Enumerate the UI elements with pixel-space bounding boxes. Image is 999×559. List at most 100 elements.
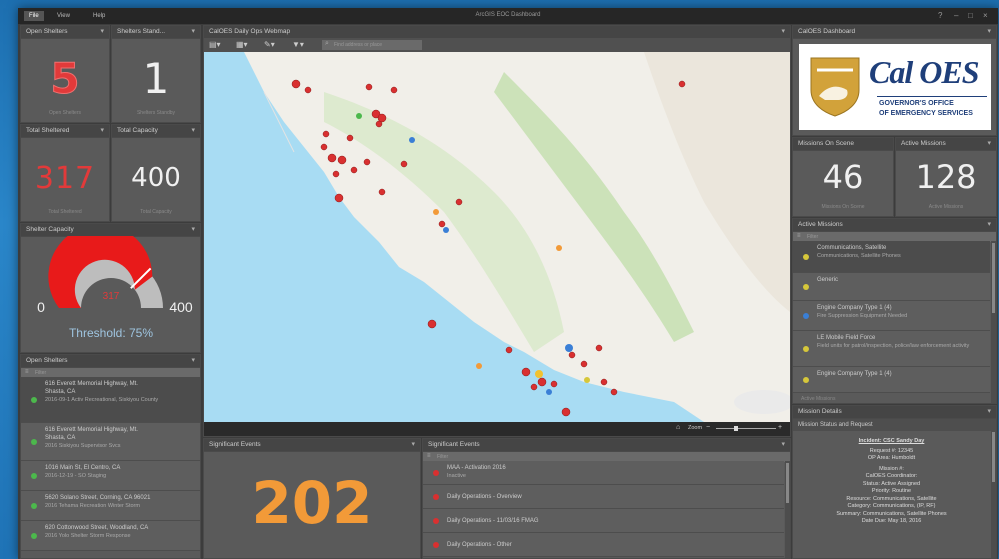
map-marker[interactable]: [356, 113, 362, 119]
map-marker[interactable]: [400, 160, 408, 168]
chevron-down-icon[interactable]: ▾: [987, 138, 991, 150]
map-marker[interactable]: [327, 153, 337, 163]
scrollbar[interactable]: [785, 461, 790, 558]
chevron-down-icon[interactable]: ▾: [191, 125, 195, 137]
map-marker[interactable]: [346, 134, 354, 142]
measure-icon[interactable]: ✎▾: [264, 40, 275, 49]
scrollbar[interactable]: [991, 241, 996, 403]
map-marker[interactable]: [378, 188, 386, 196]
list-item[interactable]: Engine Company Type 1 (4): [793, 367, 990, 393]
chevron-down-icon[interactable]: ▾: [781, 26, 785, 38]
scrollbar-thumb[interactable]: [992, 243, 995, 313]
map-marker[interactable]: [535, 370, 543, 378]
map-marker[interactable]: [337, 155, 347, 165]
panel-title: Mission Details: [798, 408, 842, 415]
close-icon[interactable]: ×: [983, 11, 988, 20]
list-item[interactable]: 616 Everett Memorial Highway, Mt. Shasta…: [21, 423, 200, 461]
list-item[interactable]: Generic: [793, 273, 990, 301]
chevron-down-icon[interactable]: ▾: [987, 26, 991, 38]
scrollbar[interactable]: [991, 430, 996, 558]
minimize-icon[interactable]: –: [954, 11, 958, 20]
map-marker[interactable]: [322, 130, 330, 138]
chevron-down-icon[interactable]: ▾: [100, 26, 104, 38]
chevron-down-icon[interactable]: ▾: [100, 125, 104, 137]
map-marker[interactable]: [350, 166, 358, 174]
filter-label: Filter: [807, 234, 819, 240]
map-marker[interactable]: [505, 346, 513, 354]
map-marker[interactable]: [565, 344, 573, 352]
list-item[interactable]: LE Mobile Field Force Field units for pa…: [793, 331, 990, 367]
list-item[interactable]: Daily Operations - Overview: [423, 485, 784, 509]
map-marker[interactable]: [530, 383, 538, 391]
list-item[interactable]: 5620 Solano Street, Corning, CA 96021 20…: [21, 491, 200, 521]
list-item[interactable]: MAA - Activation 2016 Inactive: [423, 461, 784, 485]
map-marker[interactable]: [375, 120, 383, 128]
map-marker[interactable]: [546, 389, 552, 395]
chevron-down-icon[interactable]: ▾: [191, 224, 195, 236]
map-marker[interactable]: [595, 344, 603, 352]
chevron-down-icon[interactable]: ▾: [987, 219, 991, 231]
map-marker[interactable]: [584, 377, 590, 383]
map-marker[interactable]: [561, 407, 571, 417]
map-canvas[interactable]: [204, 52, 790, 422]
map-marker[interactable]: [390, 86, 398, 94]
list-item[interactable]: Engine Company Type 1 (4) Fire Suppressi…: [793, 301, 990, 331]
map-marker[interactable]: [320, 143, 328, 151]
map-marker[interactable]: [556, 245, 562, 251]
gauge-current-value: 317: [103, 291, 120, 302]
list-item[interactable]: Daily Operations - 11/03/16 FMAG: [423, 509, 784, 533]
filter-icon[interactable]: ≡: [25, 369, 29, 375]
map-marker[interactable]: [363, 158, 371, 166]
list-item[interactable]: Communications, Satellite Communications…: [793, 241, 990, 273]
filter-icon[interactable]: ≡: [797, 233, 801, 239]
scrollbar-thumb[interactable]: [786, 463, 789, 503]
basemap-icon[interactable]: ▦▾: [236, 40, 248, 49]
map-marker[interactable]: [568, 351, 576, 359]
map-marker[interactable]: [433, 209, 439, 215]
chevron-down-icon[interactable]: ▾: [781, 439, 785, 451]
help-icon[interactable]: ?: [938, 11, 942, 20]
map-marker[interactable]: [332, 170, 340, 178]
map-marker[interactable]: [550, 380, 558, 388]
map-marker[interactable]: [304, 86, 312, 94]
total-capacity-value: 400: [131, 163, 181, 193]
map-marker[interactable]: [600, 378, 608, 386]
mission-details-panel: Mission Details ▾ Mission Status and Requ…: [792, 405, 997, 559]
status-dot-icon: [31, 438, 37, 445]
list-item[interactable]: 620 Cottonwood Street, Woodland, CA 2016…: [21, 521, 200, 551]
chevron-down-icon[interactable]: ▾: [191, 26, 195, 38]
logo-sub2: OF EMERGENCY SERVICES: [879, 110, 973, 117]
map-search-input[interactable]: ⌕ Find address or place: [322, 40, 422, 50]
map-marker[interactable]: [438, 220, 446, 228]
chevron-down-icon[interactable]: ▾: [191, 355, 195, 367]
zoom-slider-handle[interactable]: [734, 426, 738, 431]
chevron-down-icon[interactable]: ▾: [411, 439, 415, 451]
map-marker[interactable]: [678, 80, 686, 88]
layers-icon[interactable]: ▤▾: [209, 40, 221, 49]
filter-icon[interactable]: ≡: [427, 453, 431, 459]
chevron-down-icon[interactable]: ▾: [987, 406, 991, 418]
map-marker[interactable]: [427, 319, 437, 329]
map-marker[interactable]: [409, 137, 415, 143]
map-marker[interactable]: [521, 367, 531, 377]
list-item-line1: 1016 Main St, El Centro, CA: [45, 465, 121, 471]
map-marker[interactable]: [455, 198, 463, 206]
map-marker[interactable]: [537, 377, 547, 387]
map-marker[interactable]: [476, 363, 482, 369]
map-marker[interactable]: [610, 388, 618, 396]
zoom-slider[interactable]: [716, 426, 776, 431]
list-item[interactable]: 616 Everett Memorial Highway, Mt. Shasta…: [21, 377, 200, 423]
scrollbar-thumb[interactable]: [992, 432, 995, 482]
maximize-icon[interactable]: □: [968, 11, 973, 20]
map-marker[interactable]: [365, 83, 373, 91]
home-icon[interactable]: ⌂: [676, 424, 680, 431]
list-item[interactable]: Daily Operations - Other: [423, 533, 784, 557]
map-marker[interactable]: [334, 193, 344, 203]
zoom-in-icon[interactable]: +: [778, 424, 782, 431]
filter-icon[interactable]: ▼▾: [292, 40, 304, 49]
map-marker[interactable]: [580, 360, 588, 368]
map-marker[interactable]: [291, 79, 301, 89]
map-marker[interactable]: [443, 227, 449, 233]
zoom-out-icon[interactable]: −: [706, 424, 710, 431]
list-item[interactable]: 1016 Main St, El Centro, CA 2016-12-19 -…: [21, 461, 200, 491]
